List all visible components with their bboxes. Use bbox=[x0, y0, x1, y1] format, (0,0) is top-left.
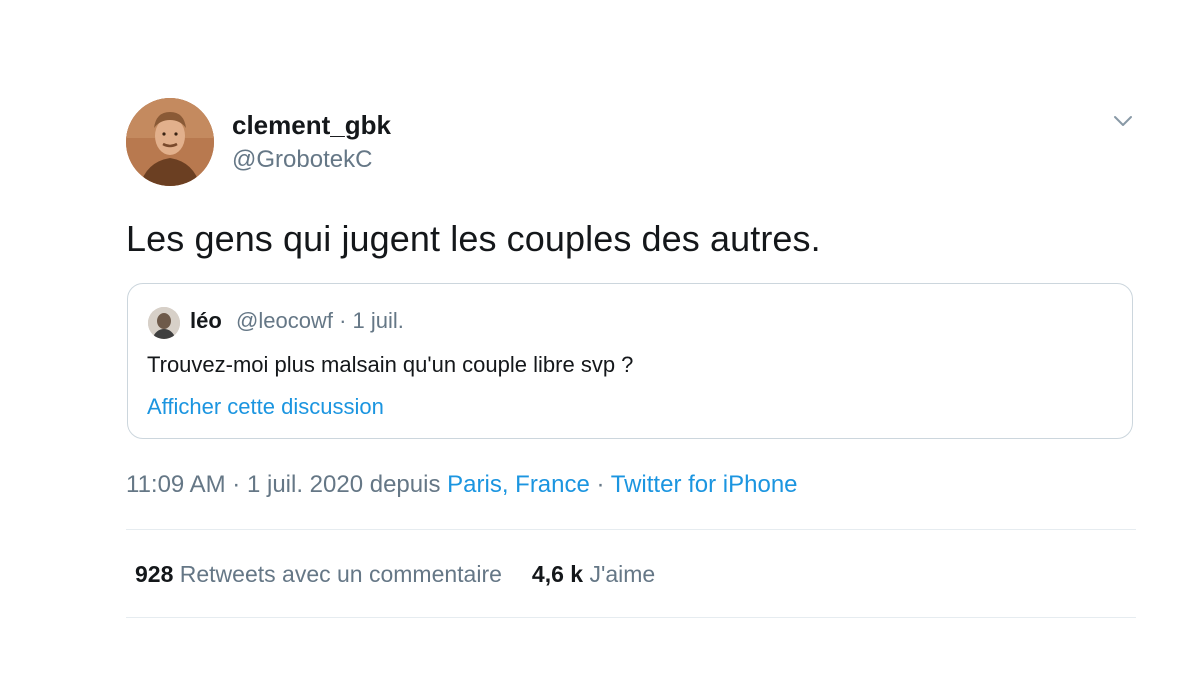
source-link[interactable]: Twitter for iPhone bbox=[611, 471, 798, 498]
location-link[interactable]: Paris, France bbox=[447, 471, 590, 498]
author-handle[interactable]: @GrobotekC bbox=[232, 146, 372, 174]
show-thread-link[interactable]: Afficher cette discussion bbox=[147, 394, 384, 420]
tweet-date: 1 juil. 2020 bbox=[246, 471, 364, 498]
meta-separator-2: · bbox=[596, 471, 605, 498]
quoted-author-avatar bbox=[148, 307, 180, 339]
chevron-down-icon[interactable] bbox=[1108, 106, 1138, 136]
retweets-label: Retweets avec un commentaire bbox=[179, 561, 502, 587]
likes-label: J'aime bbox=[589, 561, 656, 587]
likes-count: 4,6 k bbox=[531, 561, 584, 587]
tweet-card: clement_gbk @GrobotekC Les gens qui juge… bbox=[0, 0, 1200, 675]
quoted-tweet-text: Trouvez-moi plus malsain qu'un couple li… bbox=[147, 352, 634, 377]
quoted-author-name: léo bbox=[190, 308, 222, 333]
divider bbox=[126, 617, 1136, 618]
quoted-author-meta: @leocowf · 1 juil. bbox=[236, 308, 404, 334]
author-display-name[interactable]: clement_gbk bbox=[232, 110, 391, 141]
quoted-meta-separator: · bbox=[339, 308, 347, 333]
tweet-stats: 928 Retweets avec un commentaire 4,6 k J'… bbox=[135, 561, 655, 588]
meta-separator: · bbox=[232, 471, 241, 498]
retweets-count: 928 bbox=[135, 561, 174, 587]
quoted-author-handle: @leocowf bbox=[236, 308, 333, 333]
divider bbox=[126, 529, 1136, 530]
from-word: depuis bbox=[369, 471, 441, 498]
tweet-text: Les gens qui jugent les couples des autr… bbox=[126, 218, 821, 259]
quoted-tweet-card[interactable]: léo @leocowf · 1 juil. Trouvez-moi plus … bbox=[127, 283, 1133, 439]
author-avatar[interactable] bbox=[126, 98, 214, 186]
likes-stat[interactable]: 4,6 k J'aime bbox=[532, 561, 655, 587]
tweet-meta: 11:09 AM · 1 juil. 2020 depuis Paris, Fr… bbox=[126, 471, 798, 499]
quoted-tweet-date: 1 juil. bbox=[352, 308, 404, 333]
tweet-time: 11:09 AM bbox=[126, 471, 226, 498]
retweets-stat[interactable]: 928 Retweets avec un commentaire bbox=[135, 561, 502, 587]
